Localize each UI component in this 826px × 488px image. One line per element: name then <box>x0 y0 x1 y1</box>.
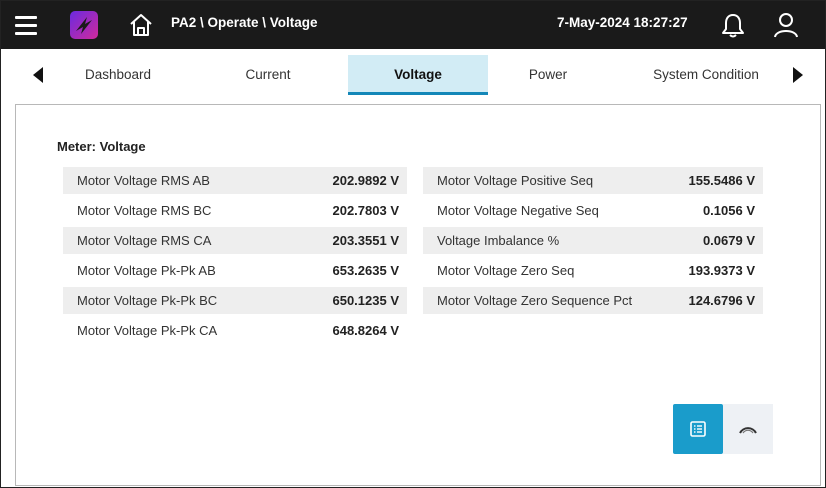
tab-current[interactable]: Current <box>213 55 323 95</box>
tab-dashboard[interactable]: Dashboard <box>63 55 173 95</box>
tab-bar: Dashboard Current Voltage Power System C… <box>1 49 825 101</box>
row-label: Motor Voltage Zero Seq <box>437 263 575 278</box>
table-row: Motor Voltage RMS CA 203.3551 V <box>63 227 407 254</box>
row-label: Motor Voltage Negative Seq <box>437 203 599 218</box>
list-view-icon <box>690 421 706 437</box>
row-value: 648.8264 V <box>332 323 399 338</box>
table-row: Motor Voltage Zero Sequence Pct 124.6796… <box>423 287 763 314</box>
tab-voltage[interactable]: Voltage <box>348 55 488 95</box>
row-value: 203.3551 V <box>332 233 399 248</box>
app-logo-icon <box>70 11 98 39</box>
tab-power[interactable]: Power <box>493 55 603 95</box>
gauge-view-button[interactable] <box>723 404 773 454</box>
tab-scroll-right-icon[interactable] <box>791 67 805 83</box>
row-value: 202.7803 V <box>332 203 399 218</box>
row-label: Motor Voltage Positive Seq <box>437 173 594 188</box>
table-row: Motor Voltage RMS AB 202.9892 V <box>63 167 407 194</box>
row-value: 653.2635 V <box>332 263 399 278</box>
row-label: Motor Voltage RMS CA <box>77 233 212 248</box>
meter-title: Meter: Voltage <box>57 139 146 154</box>
table-row: Motor Voltage Negative Seq 0.1056 V <box>423 197 763 224</box>
datetime: 7-May-2024 18:27:27 <box>557 15 688 30</box>
table-row: Motor Voltage Pk-Pk AB 653.2635 V <box>63 257 407 284</box>
row-label: Motor Voltage RMS AB <box>77 173 210 188</box>
row-value: 0.1056 V <box>702 203 755 218</box>
row-value: 650.1235 V <box>332 293 399 308</box>
row-value: 155.5486 V <box>688 173 755 188</box>
tab-scroll-left-icon[interactable] <box>31 67 45 83</box>
gauge-view-icon <box>739 427 757 434</box>
table-row: Motor Voltage Pk-Pk CA 648.8264 V <box>63 317 407 344</box>
table-row: Motor Voltage Zero Seq 193.9373 V <box>423 257 763 284</box>
app-window: PA2 \ Operate \ Voltage 7-May-2024 18:27… <box>0 0 826 488</box>
table-row: Voltage Imbalance % 0.0679 V <box>423 227 763 254</box>
breadcrumb: PA2 \ Operate \ Voltage <box>171 15 318 30</box>
row-label: Motor Voltage Pk-Pk AB <box>77 263 216 278</box>
list-view-button[interactable] <box>673 404 723 454</box>
row-label: Voltage Imbalance % <box>437 233 560 248</box>
table-row: Motor Voltage Positive Seq 155.5486 V <box>423 167 763 194</box>
bell-icon[interactable] <box>719 11 747 39</box>
row-label: Motor Voltage Pk-Pk BC <box>77 293 218 308</box>
row-label: Motor Voltage Pk-Pk CA <box>77 323 218 338</box>
top-bar: PA2 \ Operate \ Voltage 7-May-2024 18:27… <box>1 1 825 49</box>
row-value: 193.9373 V <box>688 263 755 278</box>
table-row: Motor Voltage RMS BC 202.7803 V <box>63 197 407 224</box>
tab-system-condition[interactable]: System Condition <box>641 55 771 95</box>
menu-icon[interactable] <box>7 9 47 41</box>
row-value: 0.0679 V <box>702 233 755 248</box>
home-icon[interactable] <box>127 11 155 39</box>
row-label: Motor Voltage Zero Sequence Pct <box>437 293 633 308</box>
user-icon[interactable] <box>771 10 801 40</box>
row-label: Motor Voltage RMS BC <box>77 203 212 218</box>
table-row: Motor Voltage Pk-Pk BC 650.1235 V <box>63 287 407 314</box>
row-value: 202.9892 V <box>332 173 399 188</box>
row-value: 124.6796 V <box>688 293 755 308</box>
